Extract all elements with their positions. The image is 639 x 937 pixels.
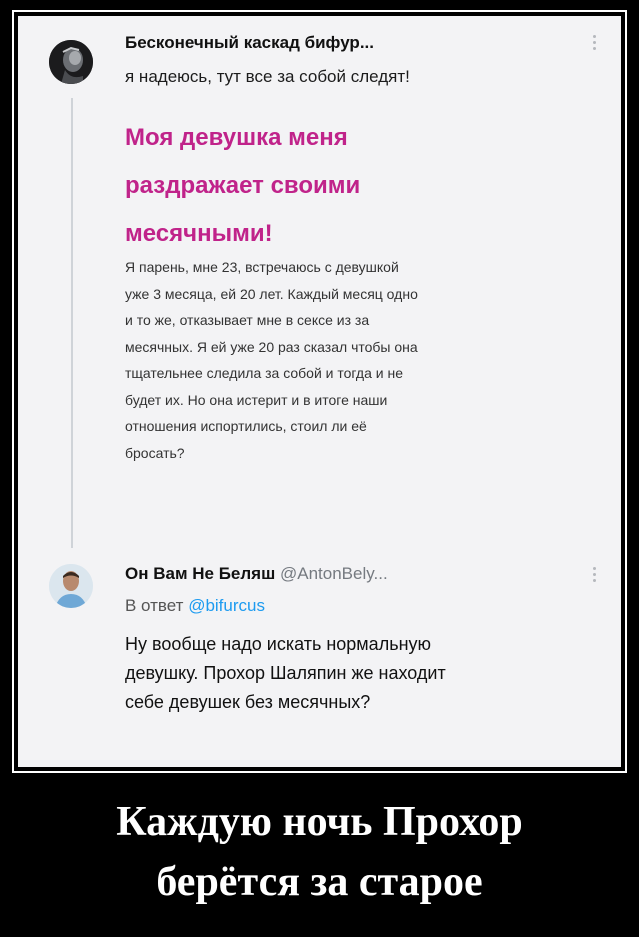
- reply-author-line: Он Вам Не Беляш @AntonBely...: [125, 564, 388, 584]
- heading-line: Моя девушка меня: [125, 124, 348, 151]
- body-line: тщательнее следила за собой и тогда и не: [125, 365, 403, 381]
- reply-line: себе девушек без месячных?: [125, 692, 371, 712]
- avatar[interactable]: [49, 564, 93, 608]
- reply-context: В ответ @bifurcus: [125, 596, 265, 616]
- caption-line: Каждую ночь Прохор: [116, 799, 523, 845]
- body-line: Я парень, мне 23, встречаюсь с девушкой: [125, 259, 399, 275]
- body-line: будет их. Но она истерит и в итоге наши: [125, 391, 388, 408]
- post-author[interactable]: Бесконечный каскад бифур...: [125, 33, 374, 53]
- thread-line: [71, 98, 73, 548]
- post-text: я надеюсь, тут все за собой следят!: [125, 67, 410, 86]
- heading-line: месячными!: [125, 220, 273, 247]
- avatar[interactable]: [49, 40, 93, 84]
- body-line: бросать?: [125, 444, 185, 461]
- reply-to-link[interactable]: @bifurcus: [188, 596, 265, 615]
- body-line: и то же, отказывает мне в сексе из за: [125, 312, 370, 328]
- reply-text: Ну вообще надо искать нормальную девушку…: [125, 630, 605, 717]
- heading-line: раздражает своими: [125, 172, 361, 199]
- body-line: месячных. Я ей уже 20 раз сказал чтобы о…: [125, 338, 418, 355]
- article-body: Я парень, мне 23, встречаюсь с девушкой …: [125, 254, 595, 466]
- avatar-image-icon: [49, 40, 93, 84]
- reply-line: девушку. Прохор Шаляпин же находит: [125, 663, 446, 683]
- demotivator-frame: Бесконечный каскад бифур... я надеюсь, т…: [12, 10, 627, 773]
- screenshot-card: Бесконечный каскад бифур... я надеюсь, т…: [18, 16, 621, 767]
- more-options-icon[interactable]: [591, 32, 597, 53]
- body-line: уже 3 месяца, ей 20 лет. Каждый месяц од…: [125, 285, 418, 302]
- caption-line: берётся за старое: [156, 859, 483, 905]
- more-options-icon[interactable]: [591, 564, 597, 585]
- reply-author[interactable]: Он Вам Не Беляш: [125, 564, 275, 583]
- reply-prefix: В ответ: [125, 596, 184, 615]
- article-heading: Моя девушка меня раздражает своими месяч…: [125, 114, 505, 258]
- avatar-image-icon: [49, 564, 93, 608]
- reply-line: Ну вообще надо искать нормальную: [125, 634, 432, 654]
- body-line: отношения испортились, стоил ли её: [125, 418, 367, 434]
- reply-handle[interactable]: @AntonBely...: [280, 564, 388, 583]
